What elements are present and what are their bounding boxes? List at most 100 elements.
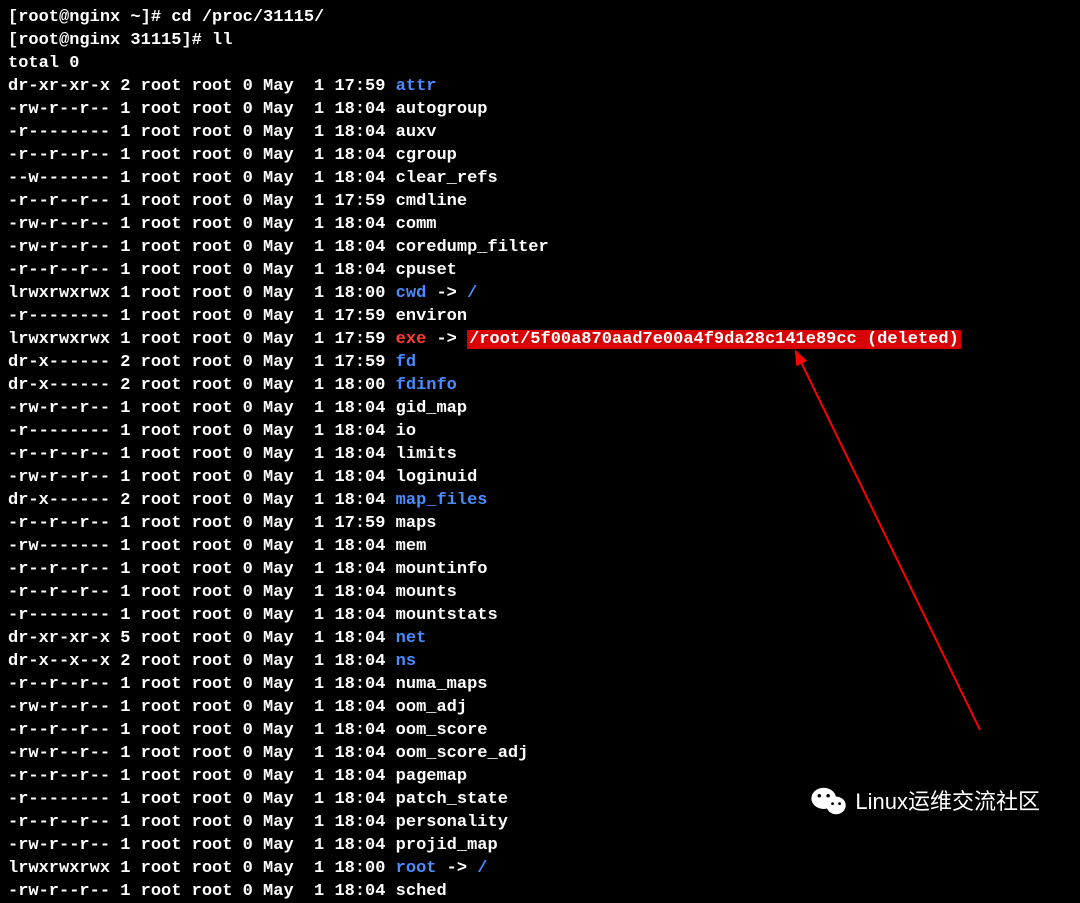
symlink-arrow: -> xyxy=(426,284,467,303)
file-meta: -rw-r--r-- 1 root root 0 May 1 18:04 xyxy=(8,399,396,418)
file-name: numa_maps xyxy=(396,675,488,694)
file-name: root xyxy=(396,859,437,878)
list-item: -r--r--r-- 1 root root 0 May 1 18:04 mou… xyxy=(8,581,1072,604)
prompt-userhost: root@nginx 31115 xyxy=(18,31,181,50)
list-item: -rw-r--r-- 1 root root 0 May 1 18:04 log… xyxy=(8,466,1072,489)
symlink-target: / xyxy=(477,859,487,878)
file-name: map_files xyxy=(396,491,488,510)
file-name: mountinfo xyxy=(396,560,488,579)
file-name: net xyxy=(396,629,427,648)
file-meta: -r--r--r-- 1 root root 0 May 1 18:04 xyxy=(8,721,396,740)
file-meta: lrwxrwxrwx 1 root root 0 May 1 18:00 xyxy=(8,859,396,878)
symlink-arrow: -> xyxy=(436,859,477,878)
file-meta: -rw-r--r-- 1 root root 0 May 1 18:04 xyxy=(8,100,396,119)
file-meta: -r--r--r-- 1 root root 0 May 1 17:59 xyxy=(8,192,396,211)
file-meta: dr-xr-xr-x 2 root root 0 May 1 17:59 xyxy=(8,77,396,96)
watermark: Linux运维交流社区 xyxy=(811,786,1040,816)
file-meta: lrwxrwxrwx 1 root root 0 May 1 18:00 xyxy=(8,284,396,303)
file-meta: -r-------- 1 root root 0 May 1 18:04 xyxy=(8,606,396,625)
file-meta: lrwxrwxrwx 1 root root 0 May 1 17:59 xyxy=(8,330,396,349)
list-item: dr-x------ 2 root root 0 May 1 18:00 fdi… xyxy=(8,374,1072,397)
wechat-icon xyxy=(811,786,847,816)
symlink-target: /root/5f00a870aad7e00a4f9da28c141e89cc (… xyxy=(467,330,961,349)
file-meta: dr-x--x--x 2 root root 0 May 1 18:04 xyxy=(8,652,396,671)
file-meta: -rw-r--r-- 1 root root 0 May 1 18:04 xyxy=(8,238,396,257)
file-name: cmdline xyxy=(396,192,467,211)
file-meta: dr-xr-xr-x 5 root root 0 May 1 18:04 xyxy=(8,629,396,648)
file-name: mem xyxy=(396,537,427,556)
list-item: -r-------- 1 root root 0 May 1 18:04 io xyxy=(8,420,1072,443)
file-name: attr xyxy=(396,77,437,96)
list-item: -rw-r--r-- 1 root root 0 May 1 18:04 oom… xyxy=(8,696,1072,719)
file-name: maps xyxy=(396,514,437,533)
list-item: -r--r--r-- 1 root root 0 May 1 18:04 oom… xyxy=(8,719,1072,742)
list-item: -r--r--r-- 1 root root 0 May 1 18:04 cpu… xyxy=(8,259,1072,282)
list-item: -r-------- 1 root root 0 May 1 18:04 mou… xyxy=(8,604,1072,627)
list-item: -rw-r--r-- 1 root root 0 May 1 18:04 sch… xyxy=(8,880,1072,903)
file-meta: -r--r--r-- 1 root root 0 May 1 18:04 xyxy=(8,675,396,694)
file-name: cpuset xyxy=(396,261,457,280)
file-meta: -rw-r--r-- 1 root root 0 May 1 18:04 xyxy=(8,744,396,763)
file-name: environ xyxy=(396,307,467,326)
file-meta: -r--r--r-- 1 root root 0 May 1 18:04 xyxy=(8,445,396,464)
symlink-arrow: -> xyxy=(426,330,467,349)
list-item: -rw-r--r-- 1 root root 0 May 1 18:04 aut… xyxy=(8,98,1072,121)
list-item: -r-------- 1 root root 0 May 1 18:04 aux… xyxy=(8,121,1072,144)
file-name: mounts xyxy=(396,583,457,602)
list-item: -rw-r--r-- 1 root root 0 May 1 18:04 gid… xyxy=(8,397,1072,420)
file-meta: -rw------- 1 root root 0 May 1 18:04 xyxy=(8,537,396,556)
list-item: -r--r--r-- 1 root root 0 May 1 17:59 cmd… xyxy=(8,190,1072,213)
file-meta: -rw-r--r-- 1 root root 0 May 1 18:04 xyxy=(8,836,396,855)
file-name: pagemap xyxy=(396,767,467,786)
prompt-userhost: root@nginx ~ xyxy=(18,8,140,27)
file-name: autogroup xyxy=(396,100,488,119)
prompt-close: ]# xyxy=(141,8,172,27)
list-item: -r--r--r-- 1 root root 0 May 1 18:04 cgr… xyxy=(8,144,1072,167)
file-meta: dr-x------ 2 root root 0 May 1 18:00 xyxy=(8,376,396,395)
file-name: ns xyxy=(396,652,416,671)
list-item: dr-xr-xr-x 5 root root 0 May 1 18:04 net xyxy=(8,627,1072,650)
file-name: oom_score_adj xyxy=(396,744,529,763)
file-meta: -rw-r--r-- 1 root root 0 May 1 18:04 xyxy=(8,468,396,487)
file-meta: -rw-r--r-- 1 root root 0 May 1 18:04 xyxy=(8,698,396,717)
file-meta: dr-x------ 2 root root 0 May 1 17:59 xyxy=(8,353,396,372)
file-name: oom_adj xyxy=(396,698,467,717)
file-name: personality xyxy=(396,813,508,832)
file-name: mountstats xyxy=(396,606,498,625)
list-item: -rw-r--r-- 1 root root 0 May 1 18:04 com… xyxy=(8,213,1072,236)
list-item: -r--r--r-- 1 root root 0 May 1 18:04 pag… xyxy=(8,765,1072,788)
file-meta: -r--r--r-- 1 root root 0 May 1 18:04 xyxy=(8,261,396,280)
list-item: -rw-r--r-- 1 root root 0 May 1 18:04 oom… xyxy=(8,742,1072,765)
file-name: projid_map xyxy=(396,836,498,855)
file-meta: -r-------- 1 root root 0 May 1 18:04 xyxy=(8,790,396,809)
list-item: -r--r--r-- 1 root root 0 May 1 17:59 map… xyxy=(8,512,1072,535)
list-item: lrwxrwxrwx 1 root root 0 May 1 18:00 roo… xyxy=(8,857,1072,880)
list-item: --w------- 1 root root 0 May 1 18:04 cle… xyxy=(8,167,1072,190)
list-item: -r--r--r-- 1 root root 0 May 1 18:04 num… xyxy=(8,673,1072,696)
file-name: patch_state xyxy=(396,790,508,809)
file-name: loginuid xyxy=(396,468,478,487)
list-item: -rw------- 1 root root 0 May 1 18:04 mem xyxy=(8,535,1072,558)
file-meta: -r--r--r-- 1 root root 0 May 1 17:59 xyxy=(8,514,396,533)
list-item: -r-------- 1 root root 0 May 1 17:59 env… xyxy=(8,305,1072,328)
list-item: lrwxrwxrwx 1 root root 0 May 1 18:00 cwd… xyxy=(8,282,1072,305)
file-name: oom_score xyxy=(396,721,488,740)
list-item: -rw-r--r-- 1 root root 0 May 1 18:04 cor… xyxy=(8,236,1072,259)
total-line: total 0 xyxy=(8,52,1072,75)
file-meta: -r--r--r-- 1 root root 0 May 1 18:04 xyxy=(8,813,396,832)
prompt-close: ]# xyxy=(181,31,212,50)
prompt-open: [ xyxy=(8,8,18,27)
list-item: -r--r--r-- 1 root root 0 May 1 18:04 lim… xyxy=(8,443,1072,466)
prompt-line-1: [root@nginx ~]# cd /proc/31115/ xyxy=(8,6,1072,29)
file-meta: -rw-r--r-- 1 root root 0 May 1 18:04 xyxy=(8,882,396,901)
list-item: -r--r--r-- 1 root root 0 May 1 18:04 mou… xyxy=(8,558,1072,581)
list-item: dr-x------ 2 root root 0 May 1 17:59 fd xyxy=(8,351,1072,374)
list-item: lrwxrwxrwx 1 root root 0 May 1 17:59 exe… xyxy=(8,328,1072,351)
file-meta: --w------- 1 root root 0 May 1 18:04 xyxy=(8,169,396,188)
file-name: sched xyxy=(396,882,447,901)
file-name: cwd xyxy=(396,284,427,303)
file-name: comm xyxy=(396,215,437,234)
file-meta: -rw-r--r-- 1 root root 0 May 1 18:04 xyxy=(8,215,396,234)
file-meta: -r-------- 1 root root 0 May 1 18:04 xyxy=(8,422,396,441)
file-meta: dr-x------ 2 root root 0 May 1 18:04 xyxy=(8,491,396,510)
